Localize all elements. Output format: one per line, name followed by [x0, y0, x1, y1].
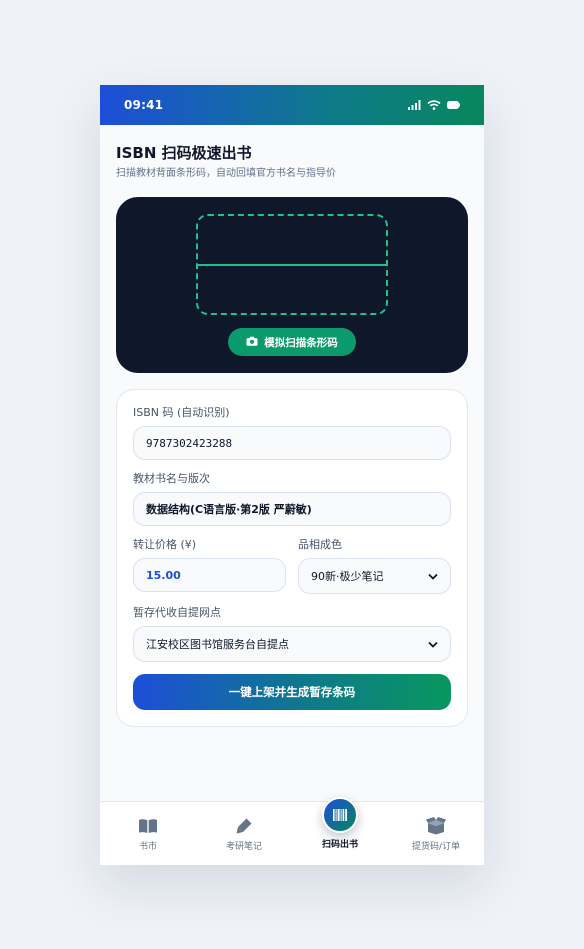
main-content: ISBN 扫码极速出书 扫描教材背面条形码，自动回填官方书名与指导价 模拟扫描条…	[100, 125, 484, 727]
listing-form: ISBN 码 (自动识别) 9787302423288 教材书名与版次 数据结构…	[116, 389, 468, 727]
book-title-label: 教材书名与版次	[133, 472, 210, 485]
scanner-viewport: 模拟扫描条形码	[116, 197, 468, 373]
scan-line	[198, 264, 386, 266]
chevron-down-icon	[428, 570, 438, 583]
pen-icon	[235, 817, 253, 835]
tab-notes[interactable]: 考研笔记	[199, 817, 289, 853]
price-input[interactable]: 15.00	[133, 558, 286, 592]
tab-scan[interactable]: 扫码出书	[295, 797, 385, 851]
battery-icon	[447, 101, 460, 109]
price-label: 转让价格 (¥)	[133, 538, 197, 551]
isbn-input[interactable]: 9787302423288	[133, 426, 451, 460]
phone-frame: 09:41 ISBN 扫码极速出书 扫描教材背面条形码，自动回填官方书名与指导价…	[100, 85, 484, 865]
barcode-icon	[322, 797, 358, 833]
submit-listing-button[interactable]: 一键上架并生成暂存条码	[133, 674, 451, 710]
pickup-select[interactable]: 江安校区图书馆服务台自提点	[133, 626, 451, 662]
pickup-selected: 江安校区图书馆服务台自提点	[146, 638, 289, 651]
chevron-down-icon	[428, 638, 438, 651]
pickup-field: 暂存代收自提网点 江安校区图书馆服务台自提点	[133, 606, 451, 662]
page-title: ISBN 扫码极速出书	[116, 144, 252, 162]
tab-notes-label: 考研笔记	[225, 842, 262, 852]
simulate-scan-label: 模拟扫描条形码	[264, 336, 338, 349]
isbn-label: ISBN 码 (自动识别)	[133, 406, 230, 419]
book-open-icon	[138, 817, 158, 835]
box-open-icon	[426, 817, 446, 835]
price-condition-row: 转让价格 (¥) 15.00 品相成色 90新·极少笔记	[133, 538, 451, 606]
status-bar: 09:41	[100, 85, 484, 125]
condition-field: 品相成色 90新·极少笔记	[298, 538, 451, 594]
tab-market[interactable]: 书市	[103, 817, 193, 853]
simulate-scan-button[interactable]: 模拟扫描条形码	[228, 328, 356, 356]
book-title-field: 教材书名与版次 数据结构(C语言版·第2版 严蔚敏)	[133, 472, 451, 526]
condition-label: 品相成色	[298, 538, 342, 551]
bottom-tab-bar: 书市 考研笔记 扫码出书 提货码/订单	[100, 797, 484, 865]
status-icons	[408, 100, 460, 110]
condition-selected: 90新·极少笔记	[311, 570, 384, 583]
tab-scan-label: 扫码出书	[321, 840, 358, 850]
page-subtitle: 扫描教材背面条形码，自动回填官方书名与指导价	[116, 168, 336, 179]
isbn-field: ISBN 码 (自动识别) 9787302423288	[133, 406, 451, 460]
tab-orders[interactable]: 提货码/订单	[391, 817, 481, 853]
status-time: 09:41	[124, 98, 164, 112]
wifi-icon	[427, 100, 441, 110]
tab-market-label: 书市	[138, 842, 157, 852]
tab-orders-label: 提货码/订单	[411, 842, 461, 852]
pickup-label: 暂存代收自提网点	[133, 606, 221, 619]
price-field: 转让价格 (¥) 15.00	[133, 538, 286, 594]
condition-select[interactable]: 90新·极少笔记	[298, 558, 451, 594]
scan-frame	[196, 214, 388, 315]
signal-icon	[408, 100, 421, 110]
book-title-input[interactable]: 数据结构(C语言版·第2版 严蔚敏)	[133, 492, 451, 526]
camera-icon	[246, 336, 258, 349]
